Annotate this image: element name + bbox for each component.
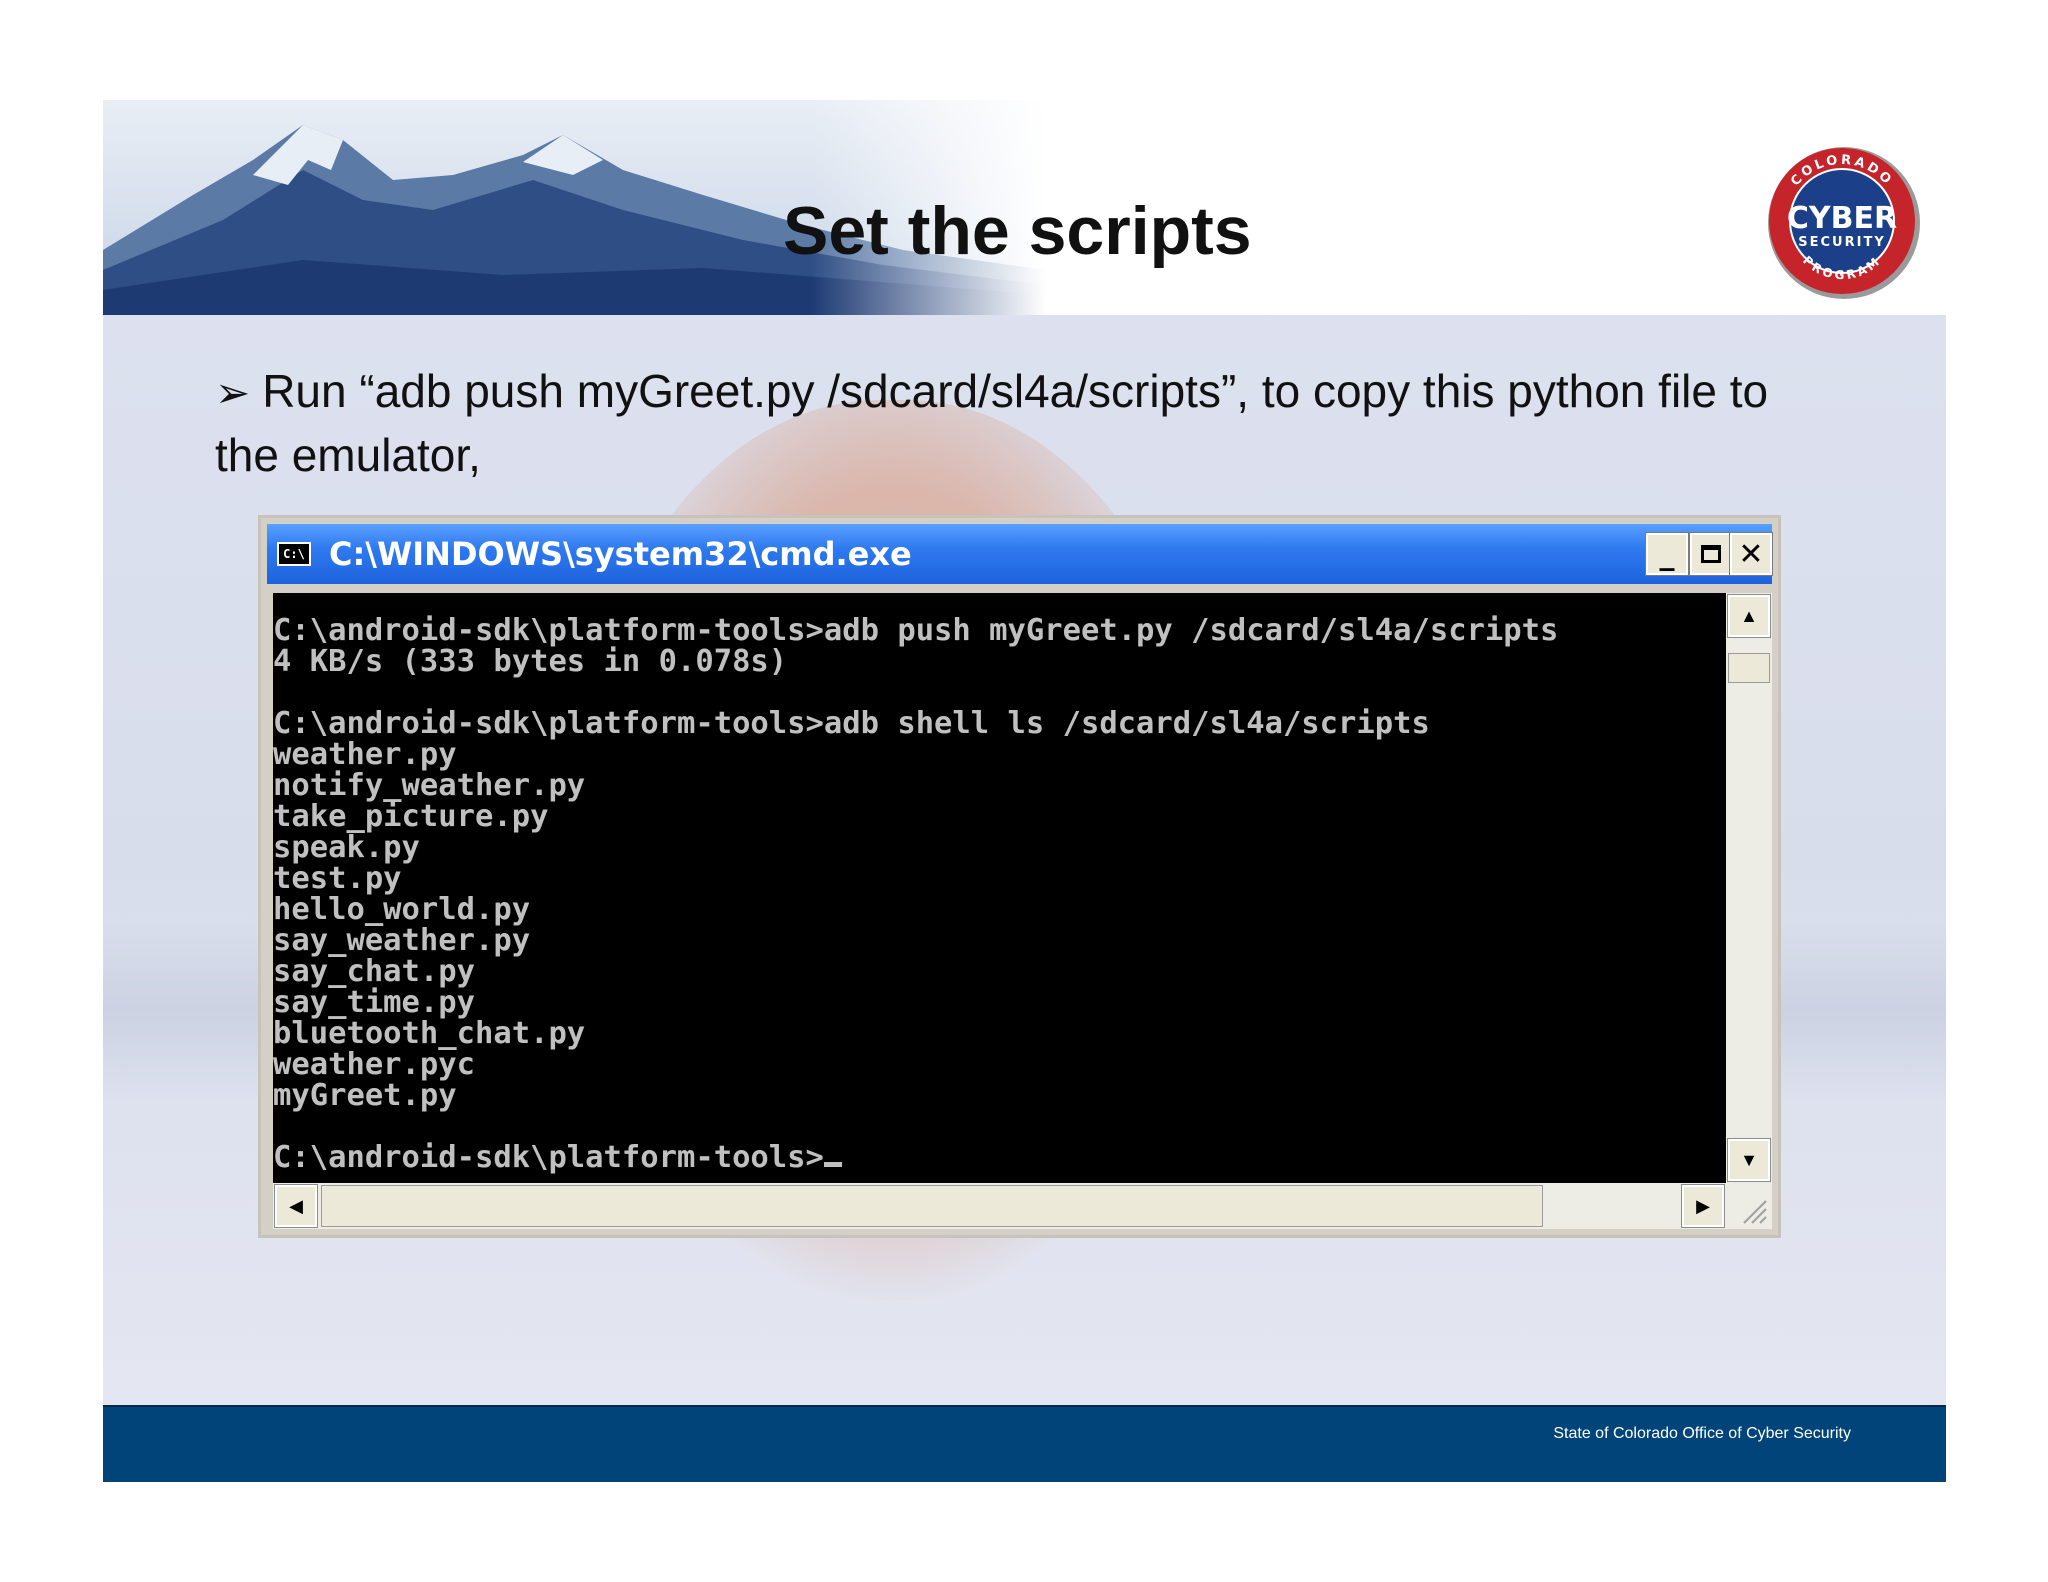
- slide: Set the scripts COLORADO CYBER SECURITY …: [103, 100, 1946, 1482]
- svg-text:CYBER: CYBER: [1787, 201, 1897, 236]
- resize-grip-icon: [1743, 1200, 1767, 1224]
- horizontal-scrollbar[interactable]: ◀ ▶: [273, 1183, 1726, 1229]
- arrow-right-icon: ▶: [1696, 1195, 1710, 1216]
- horizontal-scroll-thumb[interactable]: [321, 1185, 1543, 1227]
- vertical-scrollbar[interactable]: ▲ ▼: [1726, 593, 1772, 1183]
- cmd-window[interactable]: C:\ C:\WINDOWS\system32\cmd.exe _ ✕ C:\a…: [258, 515, 1781, 1238]
- console-text: C:\android-sdk\platform-tools>adb push m…: [273, 593, 1726, 1173]
- maximize-icon: [1701, 545, 1721, 563]
- bullet-point: ➢ Run “adb push myGreet.py /sdcard/sl4a/s…: [215, 360, 1775, 486]
- console-line: say_weather.py: [273, 923, 531, 958]
- bullet-text: Run “adb push myGreet.py /sdcard/sl4a/sc…: [215, 365, 1769, 481]
- console-line: say_chat.py: [273, 954, 475, 989]
- console-line: test.py: [273, 861, 402, 896]
- console-line: 4 KB/s (333 bytes in 0.078s): [273, 644, 788, 679]
- svg-text:SECURITY: SECURITY: [1798, 235, 1885, 250]
- slide-title: Set the scripts: [783, 193, 1252, 269]
- text-cursor: [823, 1162, 842, 1167]
- window-titlebar[interactable]: C:\ C:\WINDOWS\system32\cmd.exe _ ✕: [267, 524, 1773, 584]
- console-line: myGreet.py: [273, 1078, 457, 1113]
- window-title: C:\WINDOWS\system32\cmd.exe: [329, 535, 912, 573]
- arrow-down-icon: ▼: [1740, 1149, 1758, 1170]
- console-line: bluetooth_chat.py: [273, 1016, 586, 1051]
- minimize-icon: _: [1659, 536, 1675, 572]
- bullet-arrow-icon: ➢: [215, 369, 251, 416]
- colorado-cyber-security-logo: COLORADO CYBER SECURITY PROGRAM: [1765, 144, 1923, 302]
- console-line: weather.pyc: [273, 1047, 475, 1082]
- scroll-down-button[interactable]: ▼: [1727, 1138, 1771, 1182]
- console-line: C:\android-sdk\platform-tools>adb push m…: [273, 613, 1559, 648]
- cmd-app-icon[interactable]: C:\: [277, 542, 311, 566]
- maximize-button[interactable]: [1689, 532, 1733, 576]
- console-line: say_time.py: [273, 985, 475, 1020]
- resize-grip[interactable]: [1726, 1183, 1772, 1229]
- footer-bar: State of Colorado Office of Cyber Securi…: [103, 1405, 1946, 1482]
- arrow-left-icon: ◀: [289, 1195, 303, 1216]
- minimize-button[interactable]: _: [1645, 532, 1689, 576]
- console-line: take_picture.py: [273, 799, 549, 834]
- close-icon: ✕: [1738, 536, 1764, 572]
- console-line: speak.py: [273, 830, 420, 865]
- console-line: weather.py: [273, 737, 457, 772]
- footer-text: State of Colorado Office of Cyber Securi…: [1553, 1425, 1851, 1442]
- scroll-left-button[interactable]: ◀: [274, 1184, 318, 1228]
- arrow-up-icon: ▲: [1740, 605, 1758, 626]
- close-button[interactable]: ✕: [1729, 532, 1773, 576]
- console-line: C:\android-sdk\platform-tools>: [273, 1140, 824, 1175]
- scroll-up-button[interactable]: ▲: [1727, 594, 1771, 638]
- console-line: hello_world.py: [273, 892, 531, 927]
- console-line: notify_weather.py: [273, 768, 586, 803]
- vertical-scroll-thumb[interactable]: [1728, 653, 1770, 683]
- console-line: C:\android-sdk\platform-tools>adb shell …: [273, 706, 1430, 741]
- scroll-right-button[interactable]: ▶: [1681, 1184, 1725, 1228]
- console-output[interactable]: C:\android-sdk\platform-tools>adb push m…: [273, 593, 1726, 1183]
